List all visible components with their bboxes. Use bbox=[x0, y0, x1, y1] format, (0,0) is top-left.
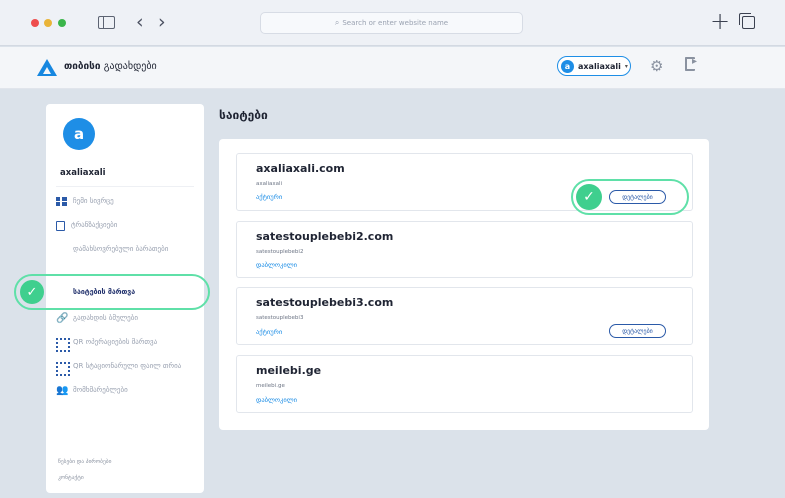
contact-link[interactable]: კონტაქტი bbox=[58, 475, 84, 481]
sidebar-item-label: დამახსოვრებული ბარათები bbox=[73, 245, 169, 253]
divider bbox=[56, 186, 194, 187]
brand-title[interactable]: თიბისი გადახდები bbox=[64, 61, 157, 72]
user-menu-button[interactable]: a axaliaxali ▾ bbox=[557, 56, 631, 76]
sidebar-item-dashboard[interactable]: ჩემი სივრცე bbox=[56, 197, 196, 206]
sidebar-item-label: QR სტაციონარული ფაილ თრია bbox=[73, 362, 182, 370]
site-card[interactable]: meilebi.ge meilebi.ge დაბლოკილი bbox=[236, 355, 693, 413]
sidebar-item-transactions[interactable]: ტრანზაქციები bbox=[56, 221, 196, 231]
sidebar-username: axaliaxali bbox=[60, 168, 106, 178]
dashboard-icon bbox=[56, 197, 67, 206]
details-button[interactable]: დეტალები bbox=[609, 324, 666, 338]
minimize-window-button[interactable] bbox=[44, 19, 52, 27]
status-badge: დაბლოკილი bbox=[256, 396, 297, 404]
gear-icon[interactable]: ⚙ bbox=[650, 58, 663, 74]
people-icon: 👥 bbox=[56, 385, 69, 396]
site-domain: axaliaxali.com bbox=[256, 162, 345, 175]
qr-icon bbox=[56, 362, 70, 376]
site-name: axaliaxali bbox=[256, 181, 283, 187]
user-avatar: a bbox=[561, 59, 574, 73]
search-icon: ⌕ bbox=[334, 18, 340, 27]
sidebar-item-users[interactable]: 👥 მომხმარებლები bbox=[56, 385, 196, 396]
address-bar[interactable]: ⌕ Search or enter website name bbox=[260, 12, 523, 34]
site-card[interactable]: satestouplebebi2.com satestouplebebi2 და… bbox=[236, 221, 693, 278]
site-domain: satestouplebebi2.com bbox=[256, 230, 394, 243]
site-domain: meilebi.ge bbox=[256, 364, 322, 377]
site-name: satestouplebebi3 bbox=[256, 315, 304, 321]
avatar: a bbox=[63, 118, 95, 150]
status-badge: აქტიური bbox=[256, 193, 283, 201]
brand-bold: თიბისი bbox=[64, 61, 101, 72]
site-name: meilebi.ge bbox=[256, 383, 285, 389]
sidebar-item-payment-links[interactable]: 🔗 გადახდის ბმულები bbox=[56, 313, 196, 324]
site-domain: satestouplebebi3.com bbox=[256, 296, 394, 309]
back-button[interactable]: ‹ bbox=[136, 10, 144, 34]
sidebar-item-label: QR ოპერაციების მართვა bbox=[73, 338, 158, 346]
tabs-overview-icon[interactable] bbox=[739, 13, 755, 29]
status-badge: დაბლოკილი bbox=[256, 261, 297, 269]
document-icon bbox=[56, 221, 65, 231]
logout-icon[interactable] bbox=[685, 56, 697, 71]
user-name: axaliaxali bbox=[578, 61, 621, 71]
logo-icon bbox=[37, 59, 57, 76]
chevron-down-icon: ▾ bbox=[624, 62, 628, 70]
sidebar-item-label: ტრანზაქციები bbox=[71, 221, 118, 229]
brand-rest: გადახდები bbox=[103, 61, 157, 72]
site-card[interactable]: satestouplebebi3.com satestouplebebi3 აქ… bbox=[236, 287, 693, 345]
sidebar-item-saved-cards[interactable]: დამახსოვრებული ბარათები bbox=[56, 245, 303, 254]
site-name: satestouplebebi2 bbox=[256, 249, 304, 255]
checkmark-icon: ✓ bbox=[576, 184, 602, 210]
checkmark-icon: ✓ bbox=[20, 280, 44, 304]
browser-toolbar: ‹ › ⌕ Search or enter website name + bbox=[0, 0, 785, 46]
qr-icon bbox=[56, 338, 70, 352]
sidebar-item-label: ჩემი სივრცე bbox=[73, 197, 114, 205]
link-icon: 🔗 bbox=[56, 313, 69, 324]
terms-link[interactable]: წესები და პირობები bbox=[58, 459, 111, 465]
sidebar-toggle-icon[interactable] bbox=[98, 16, 115, 29]
maximize-window-button[interactable] bbox=[58, 19, 66, 27]
status-badge: აქტიური bbox=[256, 328, 283, 336]
forward-button[interactable]: › bbox=[158, 10, 166, 34]
page-title: საიტები bbox=[219, 108, 268, 122]
sidebar-item-label: მომხმარებლები bbox=[73, 386, 128, 394]
address-placeholder: Search or enter website name bbox=[342, 19, 449, 27]
sidebar-item-qr-operations[interactable]: QR ოპერაციების მართვა bbox=[56, 338, 196, 352]
sidebar-item-label: გადახდის ბმულები bbox=[73, 314, 138, 322]
close-window-button[interactable] bbox=[31, 19, 39, 27]
sidebar-item-qr-stationary[interactable]: QR სტაციონარული ფაილ თრია bbox=[56, 362, 196, 376]
app-header: თიბისი გადახდები a axaliaxali ▾ ⚙ bbox=[0, 47, 785, 89]
new-tab-button[interactable]: + bbox=[710, 7, 730, 35]
